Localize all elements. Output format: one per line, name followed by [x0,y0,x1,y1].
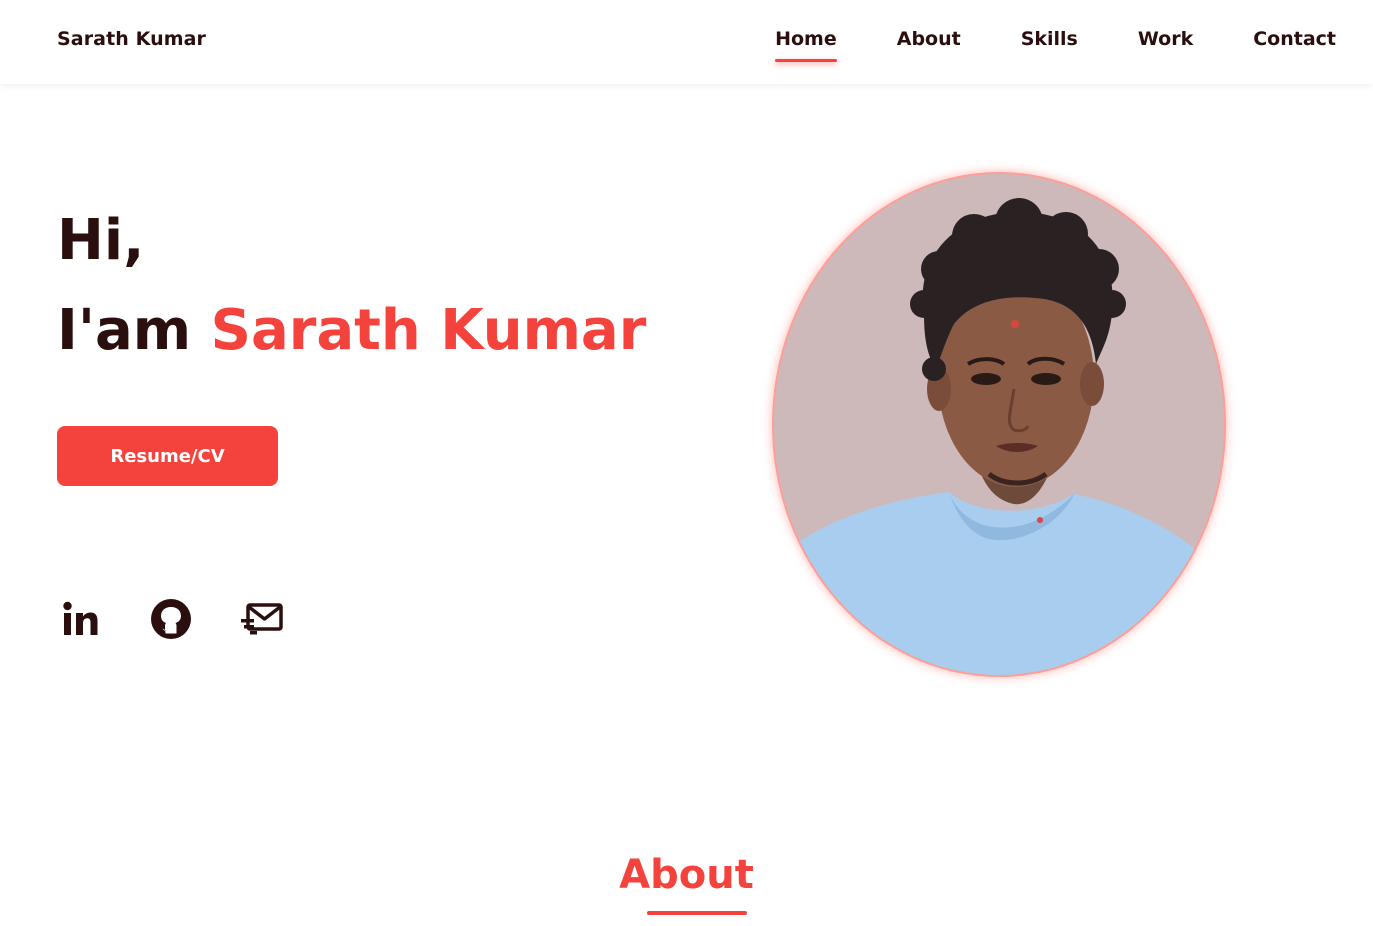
nav-skills[interactable]: Skills [1021,28,1078,50]
hero-intro: I'am Sarath Kumar [57,295,646,367]
hero-intro-prefix: I'am [57,298,192,363]
site-header: Sarath Kumar Home About Skills Work Cont… [0,0,1373,84]
mail-link[interactable] [239,596,285,642]
hero-greeting: Hi, [57,208,145,273]
nav-contact[interactable]: Contact [1253,28,1336,50]
mail-icon [241,603,283,635]
github-icon [151,599,191,639]
hero-text: Hi, I'am Sarath Kumar [57,205,646,367]
social-links [57,596,285,642]
nav-work[interactable]: Work [1138,28,1193,50]
site-logo[interactable]: Sarath Kumar [57,28,206,50]
resume-button[interactable]: Resume/CV [57,426,278,486]
about-title: About [619,852,754,898]
hero-name: Sarath Kumar [210,298,647,363]
main-nav: Home About Skills Work Contact [775,28,1336,62]
linkedin-link[interactable] [57,596,103,642]
nav-about[interactable]: About [897,28,961,50]
nav-home[interactable]: Home [775,28,837,62]
linkedin-icon [63,601,98,635]
about-title-underline [647,911,747,915]
github-link[interactable] [148,596,194,642]
profile-photo [772,172,1226,677]
